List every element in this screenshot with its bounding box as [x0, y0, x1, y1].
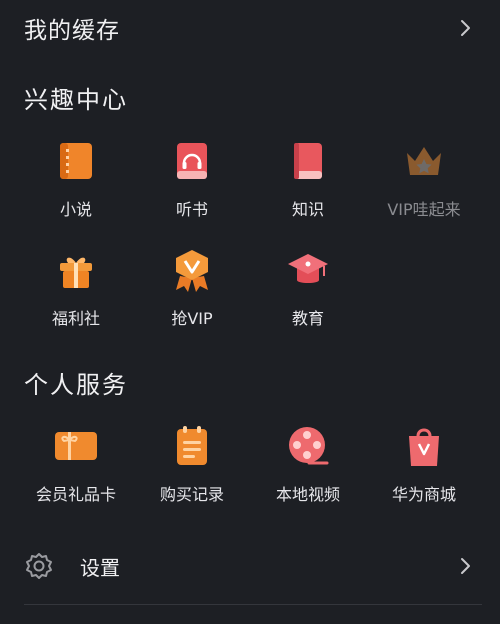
tile-label: 购买记录	[159, 485, 224, 504]
tile-vip-wa[interactable]: VIP哇起来	[366, 138, 482, 220]
gift-card-icon	[53, 423, 99, 469]
tile-label: 华为商城	[391, 485, 456, 504]
my-cache-title: 我的缓存	[24, 18, 120, 44]
gear-icon	[24, 551, 54, 581]
settings-label: 设置	[80, 555, 120, 580]
bottom-divider	[24, 604, 482, 605]
tile-welfare[interactable]: 福利社	[18, 247, 134, 329]
interest-grid-row-1: 小说 听书 知识 VIP哇起来	[18, 138, 482, 220]
tile-label: 本地视频	[275, 485, 340, 504]
tile-purchase-record[interactable]: 购买记录	[134, 423, 250, 505]
graduation-cap-icon	[285, 247, 331, 293]
my-cache-row[interactable]: 我的缓存	[24, 10, 476, 46]
tile-gift-card[interactable]: 会员礼品卡	[18, 423, 134, 505]
vip-crown-icon	[401, 138, 447, 184]
tile-knowledge[interactable]: 知识	[250, 138, 366, 220]
purchase-record-icon	[169, 423, 215, 469]
settings-row[interactable]: 设置	[24, 546, 476, 586]
personal-services-title: 个人服务	[24, 371, 128, 399]
vip-badge-icon	[169, 247, 215, 293]
tile-audiobook[interactable]: 听书	[134, 138, 250, 220]
knowledge-book-icon	[285, 138, 331, 184]
chevron-right-icon	[456, 18, 476, 38]
novel-book-icon	[53, 138, 99, 184]
tile-novel[interactable]: 小说	[18, 138, 134, 220]
tile-education[interactable]: 教育	[250, 247, 366, 329]
services-grid: 会员礼品卡 购买记录 本地视频 华为商城	[18, 423, 482, 505]
tile-label: 抢VIP	[171, 309, 213, 328]
tile-label: 听书	[175, 200, 208, 219]
tile-label: 知识	[291, 200, 324, 219]
film-reel-icon	[285, 423, 331, 469]
tile-label: 小说	[59, 200, 92, 219]
interest-center-title: 兴趣中心	[24, 86, 128, 114]
tile-grab-vip[interactable]: 抢VIP	[134, 247, 250, 329]
tile-local-video[interactable]: 本地视频	[250, 423, 366, 505]
gift-box-icon	[53, 247, 99, 293]
tile-label: 教育	[291, 309, 324, 328]
chevron-right-icon	[456, 556, 476, 576]
tile-huawei-mall[interactable]: 华为商城	[366, 423, 482, 505]
audiobook-headphones-icon	[169, 138, 215, 184]
tile-label: 会员礼品卡	[35, 485, 116, 504]
tile-label: VIP哇起来	[387, 200, 461, 219]
shopping-bag-icon	[401, 423, 447, 469]
interest-grid-row-2: 福利社 抢VIP 教育	[18, 247, 482, 329]
tile-label: 福利社	[51, 309, 100, 328]
